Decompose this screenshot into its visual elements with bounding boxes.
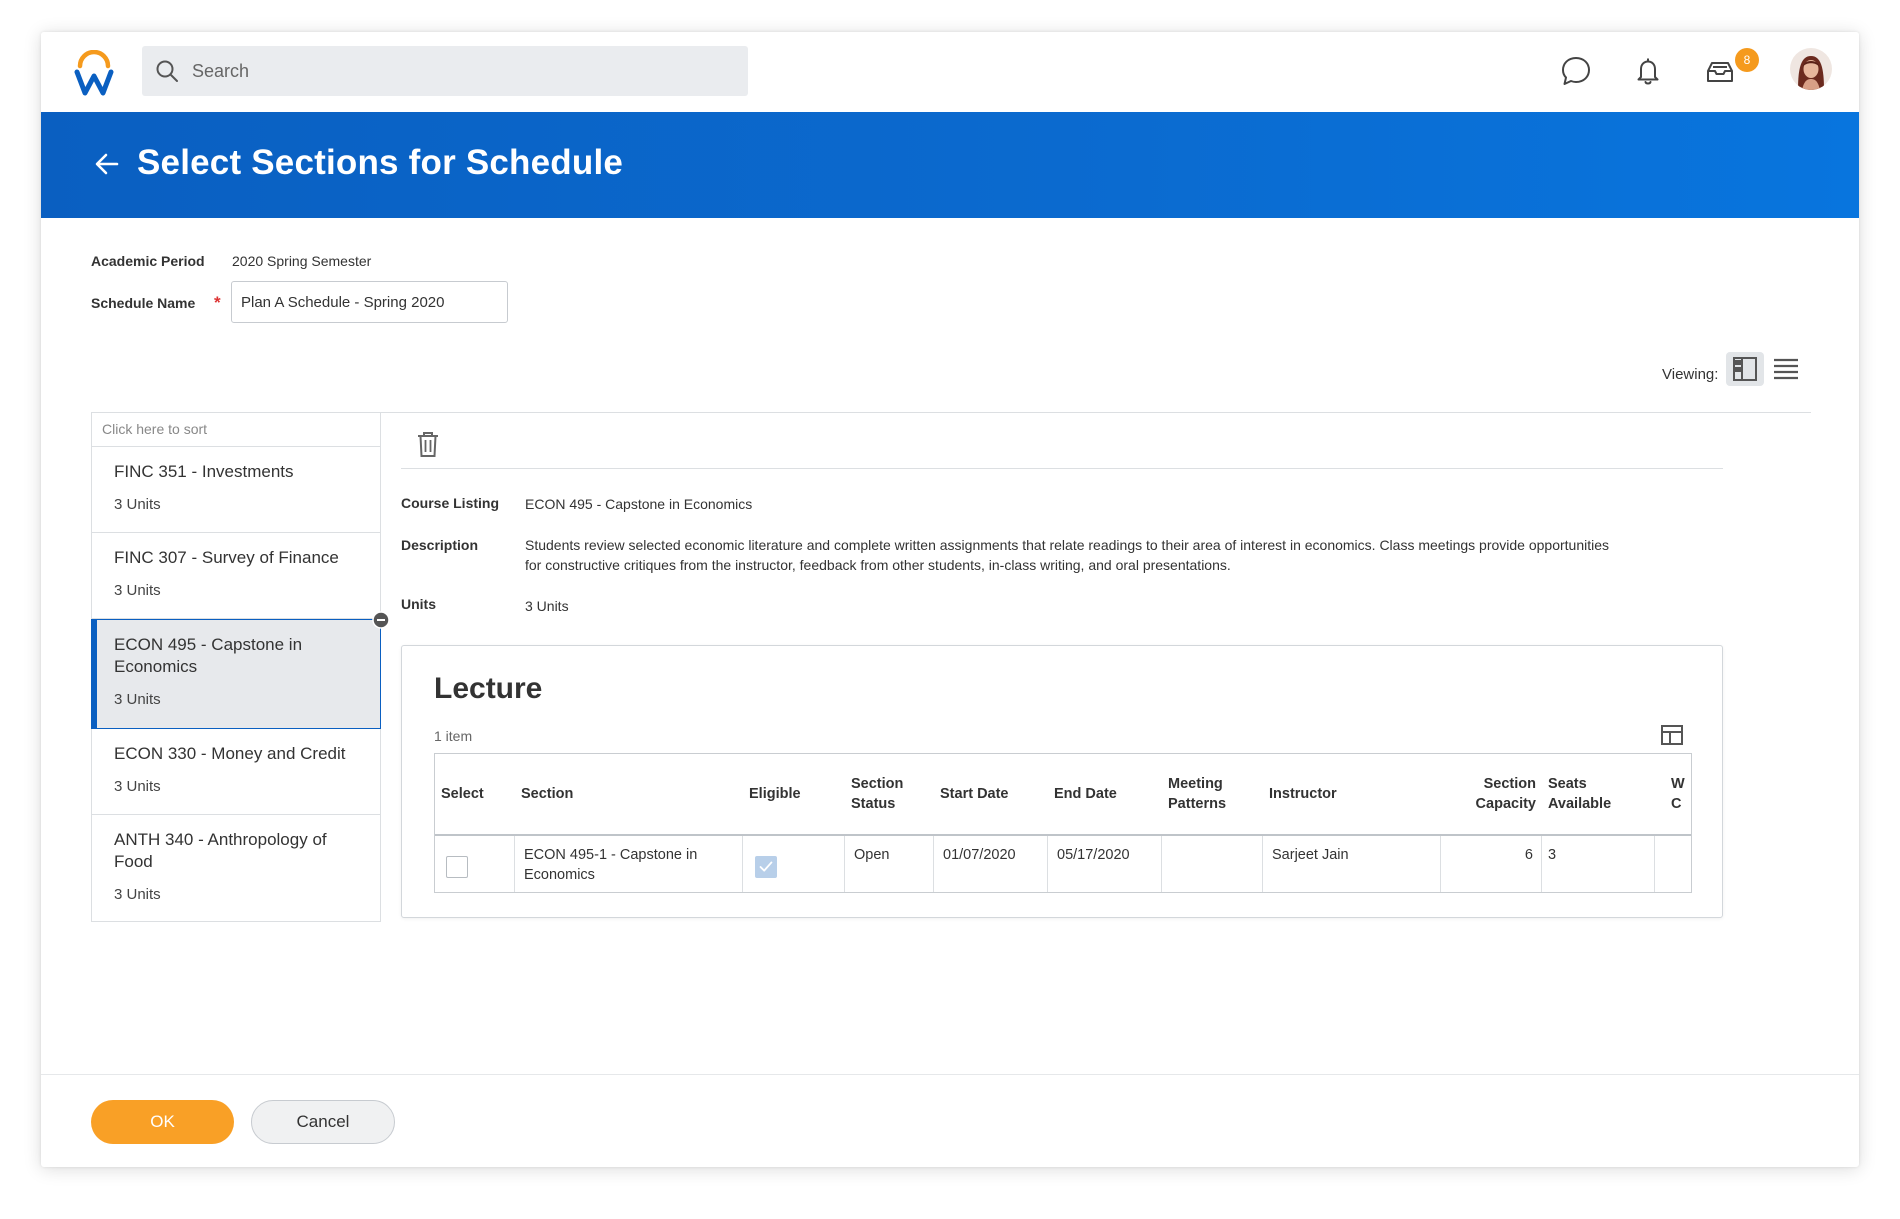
cell-line: Economics [524, 867, 595, 883]
course-list: Click here to sort FINC 351 - Investment… [91, 412, 381, 922]
course-name: ECON 330 - Money and Credit [114, 744, 346, 763]
header-line: Seats [1548, 776, 1587, 792]
column-header-meeting-patterns[interactable]: Meeting Patterns [1162, 754, 1263, 834]
column-header-end-date[interactable]: End Date [1048, 754, 1162, 834]
list-item[interactable]: FINC 307 - Survey of Finance 3 Units [92, 533, 380, 619]
cell-end-date: 05/17/2020 [1057, 847, 1130, 863]
page-header: Select Sections for Schedule [41, 112, 1859, 218]
list-item[interactable]: FINC 351 - Investments 3 Units [92, 447, 380, 533]
back-arrow-icon[interactable] [93, 150, 121, 178]
search-bar[interactable] [142, 46, 748, 96]
column-header-section-status[interactable]: Section Status [845, 754, 934, 834]
description-label: Description [401, 537, 479, 553]
units-value: 3 Units [525, 598, 569, 614]
schedule-name-field[interactable] [231, 281, 508, 323]
split-view-toggle[interactable] [1726, 352, 1764, 386]
table-row-section: ECON 495-1 - Capstone in Economics [515, 845, 743, 885]
chat-icon[interactable] [1559, 54, 1593, 88]
cancel-button[interactable]: Cancel [251, 1100, 395, 1144]
course-units: 3 Units [114, 496, 161, 513]
cell-seats-available: 3 [1548, 847, 1557, 863]
description-line: for constructive critiques from the inst… [525, 557, 1231, 573]
lecture-card: Lecture 1 item Select Section Eligible S… [401, 645, 1723, 918]
lecture-title: Lecture [434, 672, 543, 705]
table-settings-icon[interactable] [1660, 724, 1684, 746]
cell-instructor: Sarjeet Jain [1272, 847, 1349, 863]
course-units: 3 Units [114, 582, 161, 599]
description-value: Students review selected economic litera… [525, 535, 1725, 575]
required-marker: * [214, 293, 221, 312]
list-item-selected[interactable]: ECON 495 - Capstone in Economics 3 Units [91, 619, 381, 729]
header-line: Patterns [1168, 796, 1227, 812]
cell-section-status: Open [854, 847, 890, 863]
sections-table: Select Section Eligible Section Status S… [434, 753, 1692, 893]
header-rule [435, 834, 1691, 836]
description-line: Students review selected economic litera… [525, 537, 1610, 553]
column-header-seats-available[interactable]: Seats Available [1542, 754, 1655, 834]
header-line: Section [851, 776, 904, 792]
course-units: 3 Units [114, 778, 161, 795]
column-header-start-date[interactable]: Start Date [934, 754, 1048, 834]
viewing-label: Viewing: [1662, 366, 1719, 383]
app-window: 8 Select Sections for Schedule Academic … [41, 32, 1859, 1167]
column-header-section[interactable]: Section [515, 754, 743, 834]
footer-divider [41, 1074, 1859, 1075]
cell-section-capacity: 6 [1524, 847, 1533, 863]
course-name: ANTH 340 - Anthropology of Food [114, 830, 327, 871]
item-count: 1 item [434, 728, 473, 744]
detail-top-border [381, 412, 1811, 413]
schedule-name-label: Schedule Name [91, 295, 196, 311]
course-listing-value: ECON 495 - Capstone in Economics [525, 496, 753, 512]
column-header-select[interactable]: Select [435, 754, 515, 834]
list-view-toggle[interactable] [1767, 352, 1805, 386]
course-units: 3 Units [114, 691, 161, 708]
search-input[interactable] [192, 46, 732, 96]
list-view-icon [1774, 358, 1798, 380]
detail-divider [401, 468, 1723, 469]
inbox-icon[interactable] [1703, 54, 1737, 88]
column-header-eligible[interactable]: Eligible [743, 754, 845, 834]
header-line: Section [1483, 776, 1536, 792]
course-name: FINC 307 - Survey of Finance [114, 548, 339, 567]
eligible-checkbox [755, 856, 777, 878]
column-header-instructor[interactable]: Instructor [1263, 754, 1441, 834]
column-header-section-capacity[interactable]: Section Capacity [1441, 754, 1542, 834]
sort-hint[interactable]: Click here to sort [92, 413, 380, 447]
header-line: Capacity [1475, 796, 1536, 812]
header-line: Available [1548, 796, 1612, 812]
units-label: Units [401, 596, 436, 612]
course-units: 3 Units [114, 886, 161, 903]
ok-button[interactable]: OK [91, 1100, 234, 1144]
workday-logo[interactable] [74, 50, 114, 96]
academic-period-label: Academic Period [91, 253, 205, 269]
cell-start-date: 01/07/2020 [943, 847, 1016, 863]
academic-period-value: 2020 Spring Semester [232, 253, 372, 269]
check-icon [759, 861, 773, 872]
cell-line: ECON 495-1 - Capstone in [524, 847, 698, 863]
course-name: ECON 495 - Capstone in Economics [114, 635, 303, 676]
list-item[interactable]: ECON 330 - Money and Credit 3 Units [92, 729, 380, 815]
select-checkbox[interactable] [446, 856, 468, 878]
collapse-pane-icon[interactable] [372, 611, 390, 629]
course-name: FINC 351 - Investments [114, 462, 294, 481]
bell-icon[interactable] [1631, 54, 1665, 88]
inbox-count-badge: 8 [1735, 48, 1759, 72]
page-title: Select Sections for Schedule [137, 143, 624, 182]
column-header-truncated[interactable]: W C [1665, 754, 1691, 834]
search-icon [156, 60, 178, 82]
list-item[interactable]: ANTH 340 - Anthropology of Food 3 Units [92, 815, 380, 923]
course-listing-label: Course Listing [401, 495, 500, 511]
top-nav: 8 [41, 32, 1859, 112]
trash-icon[interactable] [415, 430, 441, 458]
header-line: C [1671, 796, 1682, 812]
user-photo-icon [1790, 48, 1832, 90]
split-view-icon [1733, 357, 1757, 381]
header-line: W [1671, 776, 1685, 792]
header-line: Status [851, 796, 896, 812]
avatar[interactable] [1790, 48, 1832, 90]
header-line: Meeting [1168, 776, 1223, 792]
